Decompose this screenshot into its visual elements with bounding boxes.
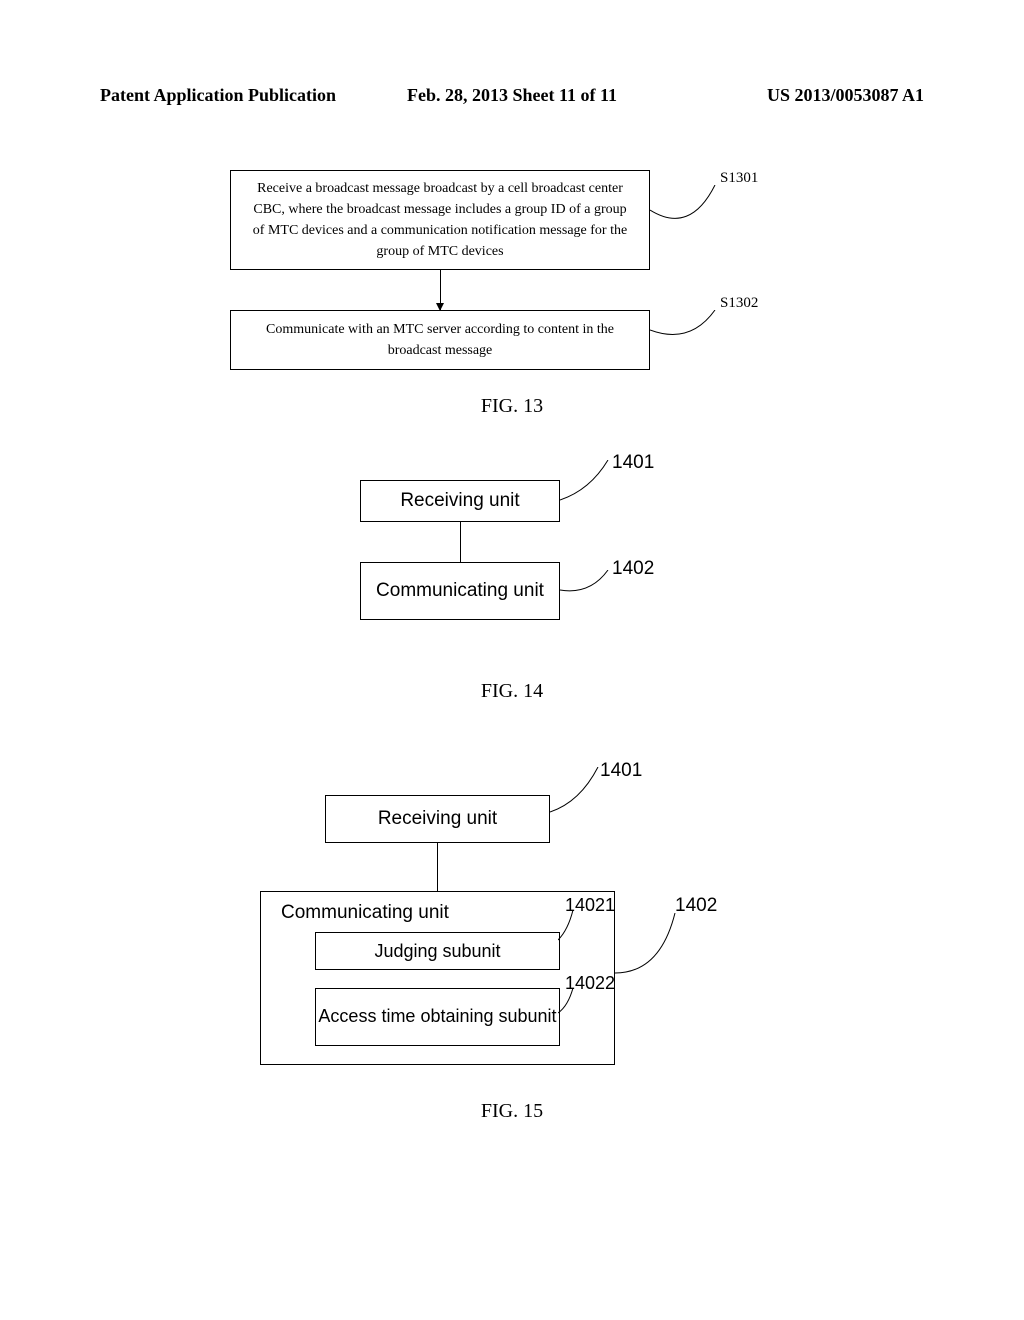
fig13-caption: FIG. 13	[0, 395, 1024, 418]
step-s1301-box: Receive a broadcast message broadcast by…	[230, 170, 650, 270]
sheet-info: Feb. 28, 2013 Sheet 11 of 11	[375, 85, 650, 106]
receiving-unit-15-label: Receiving unit	[378, 808, 497, 830]
patent-number: US 2013/0053087 A1	[649, 85, 924, 106]
arrow-down-icon	[440, 270, 441, 310]
judging-subunit: Judging subunit	[315, 932, 560, 970]
lead-line-1402-15	[615, 913, 705, 1003]
connector-line-15	[437, 843, 438, 891]
connector-line-14	[460, 522, 461, 562]
receiving-unit-15: Receiving unit	[325, 795, 550, 843]
step-s1302-box: Communicate with an MTC server according…	[230, 310, 650, 370]
label-s1301: S1301	[720, 170, 758, 187]
label-14022: 14022	[565, 973, 615, 994]
receiving-unit-14-label: Receiving unit	[400, 490, 519, 512]
lead-line-1	[650, 185, 730, 255]
step-s1302-text: Communicate with an MTC server according…	[247, 319, 633, 361]
label-s1302: S1302	[720, 295, 758, 312]
publication-label: Patent Application Publication	[100, 85, 375, 106]
communicating-unit-14-label: Communicating unit	[376, 580, 544, 603]
label-1402-15: 1402	[675, 895, 717, 917]
label-1402-14: 1402	[612, 558, 654, 580]
judging-subunit-label: Judging subunit	[374, 941, 500, 962]
label-1401-15: 1401	[600, 760, 642, 782]
page-header: Patent Application Publication Feb. 28, …	[100, 85, 924, 106]
access-time-subunit-label: Access time obtaining subunit	[318, 1006, 556, 1028]
fig14-diagram: Receiving unit Communicating unit 1401 1…	[340, 480, 690, 620]
step-s1301-text: Receive a broadcast message broadcast by…	[247, 178, 633, 262]
receiving-unit-14: Receiving unit	[360, 480, 560, 522]
fig14-caption: FIG. 14	[0, 680, 1024, 703]
fig15-caption: FIG. 15	[0, 1100, 1024, 1123]
fig15-diagram: Receiving unit Communicating unit Judgin…	[260, 795, 760, 1065]
access-time-subunit: Access time obtaining subunit	[315, 988, 560, 1046]
communicating-unit-15: Communicating unit Judging subunit Acces…	[260, 891, 615, 1065]
lead-line-2	[650, 310, 730, 360]
fig13-diagram: Receive a broadcast message broadcast by…	[230, 170, 730, 370]
communicating-unit-15-label: Communicating unit	[276, 902, 599, 924]
communicating-unit-14: Communicating unit	[360, 562, 560, 620]
label-1401-14: 1401	[612, 452, 654, 474]
label-14021: 14021	[565, 895, 615, 916]
